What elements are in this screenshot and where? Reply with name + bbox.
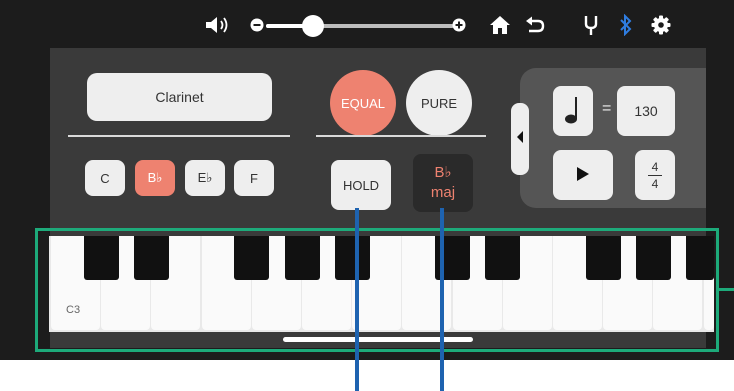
key-button-f[interactable]: F bbox=[234, 160, 274, 196]
home-icon[interactable] bbox=[488, 15, 512, 35]
key-button-c[interactable]: C bbox=[85, 160, 125, 196]
equals-sign: = bbox=[602, 100, 612, 117]
divider bbox=[316, 135, 486, 137]
undo-icon[interactable] bbox=[523, 15, 547, 35]
divider bbox=[68, 135, 290, 137]
play-button[interactable] bbox=[553, 150, 613, 200]
chevron-left-icon bbox=[516, 130, 524, 149]
volume-slider[interactable] bbox=[266, 15, 454, 37]
hold-button[interactable]: HOLD bbox=[331, 160, 391, 210]
gear-icon[interactable] bbox=[650, 15, 672, 35]
key-button-e-flat[interactable]: E♭ bbox=[185, 160, 225, 196]
time-signature-bottom: 4 bbox=[651, 176, 659, 191]
pure-temperament-button[interactable]: PURE bbox=[406, 70, 472, 136]
chord-root: B♭ bbox=[434, 164, 452, 181]
time-signature-top: 4 bbox=[651, 159, 659, 174]
volume-slider-knob[interactable] bbox=[302, 15, 324, 37]
annotation-line bbox=[440, 208, 444, 391]
chord-quality: maj bbox=[430, 184, 456, 201]
annotation-callout bbox=[719, 288, 734, 291]
top-bar bbox=[0, 0, 734, 48]
collapse-panel-button[interactable] bbox=[511, 103, 529, 175]
metronome-panel: = 130 4 4 bbox=[520, 68, 706, 208]
key-button-b-flat[interactable]: B♭ bbox=[135, 160, 175, 196]
minus-circle-icon[interactable] bbox=[250, 15, 264, 35]
time-signature-button[interactable]: 4 4 bbox=[635, 150, 675, 200]
annotation-box bbox=[35, 228, 719, 352]
annotation-line bbox=[355, 208, 359, 391]
bluetooth-icon[interactable] bbox=[616, 14, 636, 36]
chord-display[interactable]: B♭ maj bbox=[413, 154, 473, 212]
speaker-icon[interactable] bbox=[204, 15, 234, 35]
tempo-button[interactable]: 130 bbox=[617, 86, 675, 136]
fraction-bar bbox=[648, 174, 662, 176]
plus-circle-icon[interactable] bbox=[452, 15, 466, 35]
instrument-button[interactable]: Clarinet bbox=[87, 73, 272, 121]
play-icon bbox=[576, 166, 590, 185]
tuning-fork-icon[interactable] bbox=[580, 15, 602, 35]
equal-temperament-button[interactable]: EQUAL bbox=[330, 70, 396, 136]
note-value-button[interactable] bbox=[553, 86, 593, 136]
quarter-note-icon bbox=[563, 95, 583, 128]
